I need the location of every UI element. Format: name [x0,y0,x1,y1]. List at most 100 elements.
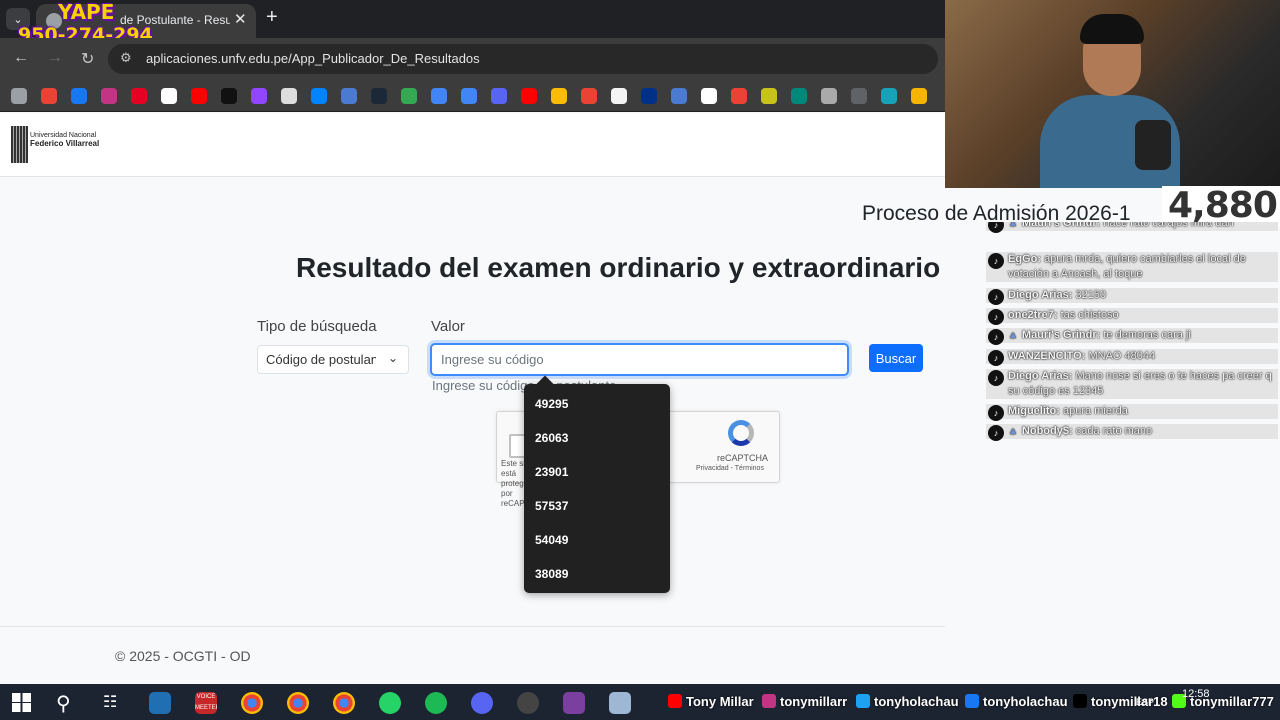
language-indicator[interactable]: ESP [1136,697,1154,707]
tiktok-icon: ♪ [988,405,1004,421]
search-type-value: Código de postulante [266,352,376,367]
obs-icon[interactable] [517,692,539,714]
tiktok-icon: ♪ [988,350,1004,366]
chat-username: Nobody$: [1021,425,1073,437]
yape-title: YAPE [58,0,115,24]
windows-start-icon[interactable] [12,693,31,712]
back-arrow-icon[interactable]: ← [13,49,29,67]
candle-bookmark-icon[interactable] [911,88,927,104]
recaptcha-links[interactable]: Privacidad - Términos [696,465,764,472]
page-heading: Resultado del examen ordinario y extraor… [296,252,941,283]
spotify-icon[interactable] [425,692,447,714]
chromium-bookmark-icon[interactable] [11,88,27,104]
chat-message: ♪ Diego Arias: 32150 [986,288,1278,305]
omnibox[interactable]: ⚙ aplicaciones.unfv.edu.pe/App_Publicado… [108,44,938,74]
app-icon[interactable] [609,692,631,714]
twitch-bookmark-icon[interactable] [251,88,267,104]
autocomplete-dropdown: 49295 26063 23901 57537 54049 38089 [524,375,670,593]
university-logo-icon[interactable] [11,126,28,163]
alert-bookmark-icon[interactable] [731,88,747,104]
drive-bookmark-icon[interactable] [551,88,567,104]
tab-strip: ⌄ de Postulante - Resultados ✕ + YAPE 95… [0,0,945,45]
chat-text: MNAO 48044 [1088,350,1156,362]
discord-bookmark-icon[interactable] [491,88,507,104]
gmail-bookmark-icon[interactable] [41,88,57,104]
youtube-bookmark-icon[interactable] [191,88,207,104]
app2-bookmark-icon[interactable] [671,88,687,104]
pinterest-bookmark-icon[interactable] [131,88,147,104]
app-icon[interactable] [149,692,171,714]
reload-icon[interactable]: ↻ [81,49,94,69]
chat-text: apura mrda, quiero cambiarles el local d… [1008,253,1246,280]
social-handle: tonyholachau [874,694,959,709]
chrome-icon[interactable] [287,692,309,714]
discord-icon[interactable] [471,692,493,714]
url-text[interactable]: aplicaciones.unfv.edu.pe/App_Publicador_… [146,51,480,66]
instagram-bookmark-icon[interactable] [101,88,117,104]
autocomplete-item[interactable]: 54049 [535,533,568,547]
university-logo-text[interactable]: Universidad Nacional Federico Villarreal [30,132,99,148]
chat-message: ♪ Miguelito: apura mierda [986,404,1278,421]
chat-message: ♪ ▲ Nobody$: cada rato mano [986,424,1278,441]
recaptcha-brand: reCAPTCHA [717,453,769,463]
whatsapp-icon[interactable] [379,692,401,714]
instagram-icon [762,694,776,708]
close-icon[interactable]: ✕ [234,10,247,28]
search-type-select[interactable]: Código de postulante ⌄ [257,345,409,374]
translate-bookmark-icon[interactable] [431,88,447,104]
new-tab-button[interactable]: + [266,6,278,29]
autocomplete-item[interactable]: 57537 [535,499,568,513]
photos-bookmark-icon[interactable] [581,88,597,104]
social-facebook: tonyholachau [965,694,1068,709]
image2-bookmark-icon[interactable] [761,88,777,104]
clock[interactable]: 12:58 [1182,688,1210,700]
youtube-red-bookmark-icon[interactable] [521,88,537,104]
social-handle: tonymillar18 [1091,694,1168,709]
steam-bookmark-icon[interactable] [371,88,387,104]
messenger-bookmark-icon[interactable] [311,88,327,104]
forward-arrow-icon[interactable]: → [47,49,63,67]
search-icon[interactable]: ⚲ [56,691,71,716]
voicemeeter-icon[interactable]: VOICE MEETER [195,692,217,714]
chat-text: cada rato mano [1075,425,1153,437]
chat-username: EgGo: [1008,253,1041,265]
tiktok-bookmark-icon[interactable] [221,88,237,104]
paypal-bookmark-icon[interactable] [641,88,657,104]
bird-bookmark-icon[interactable] [611,88,627,104]
chrome-icon[interactable] [333,692,355,714]
meet-bookmark-icon[interactable] [791,88,807,104]
tiktok-icon: ♪ [988,253,1004,269]
autocomplete-item[interactable]: 26063 [535,431,568,445]
circle-bookmark-icon[interactable] [851,88,867,104]
chat-message: ♪ ▲ Mauri's Grindr: hace rato carajos mira… [986,222,1278,233]
chat-message: ♪ one2tre7: tas chistoso [986,308,1278,325]
maps-bookmark-icon[interactable] [401,88,417,104]
tiktok-icon: ♪ [988,425,1004,441]
social-instagram: tonymillarr [762,694,847,709]
autocomplete-item[interactable]: 38089 [535,567,568,581]
chat-username: one2tre7: [1008,309,1058,321]
logo-line-2: Federico Villarreal [30,139,100,148]
site-settings-icon[interactable]: ⚙ [120,50,132,66]
autocomplete-item[interactable]: 49295 [535,397,568,411]
x-bookmark-icon[interactable] [161,88,177,104]
chat-message: ♪ WANZENCITO: MNAO 48044 [986,349,1278,366]
windows-taskbar: ⚲ ☷ VOICE MEETER Tony Millar tonymillarr… [0,684,1280,720]
clock-bookmark-icon[interactable] [701,88,717,104]
photo3-bookmark-icon[interactable] [821,88,837,104]
autocomplete-item[interactable]: 23901 [535,465,568,479]
facebook-bookmark-icon[interactable] [71,88,87,104]
chat-message: ♪ ▲ Mauri's Grindr: te demoras cara ji [986,328,1278,345]
task-view-icon[interactable]: ☷ [103,692,117,712]
app-bookmark-icon[interactable] [341,88,357,104]
chrome-icon[interactable] [241,692,263,714]
social-handle: Tony Millar [686,694,754,709]
app-icon[interactable] [563,692,585,714]
streamer-hair [1080,14,1144,44]
image-bookmark-icon[interactable] [281,88,297,104]
docs-bookmark-icon[interactable] [461,88,477,104]
social-twitter: tonyholachau [856,694,959,709]
extension-bookmark-icon[interactable] [881,88,897,104]
search-button[interactable]: Buscar [869,344,923,372]
code-input[interactable] [430,343,849,376]
